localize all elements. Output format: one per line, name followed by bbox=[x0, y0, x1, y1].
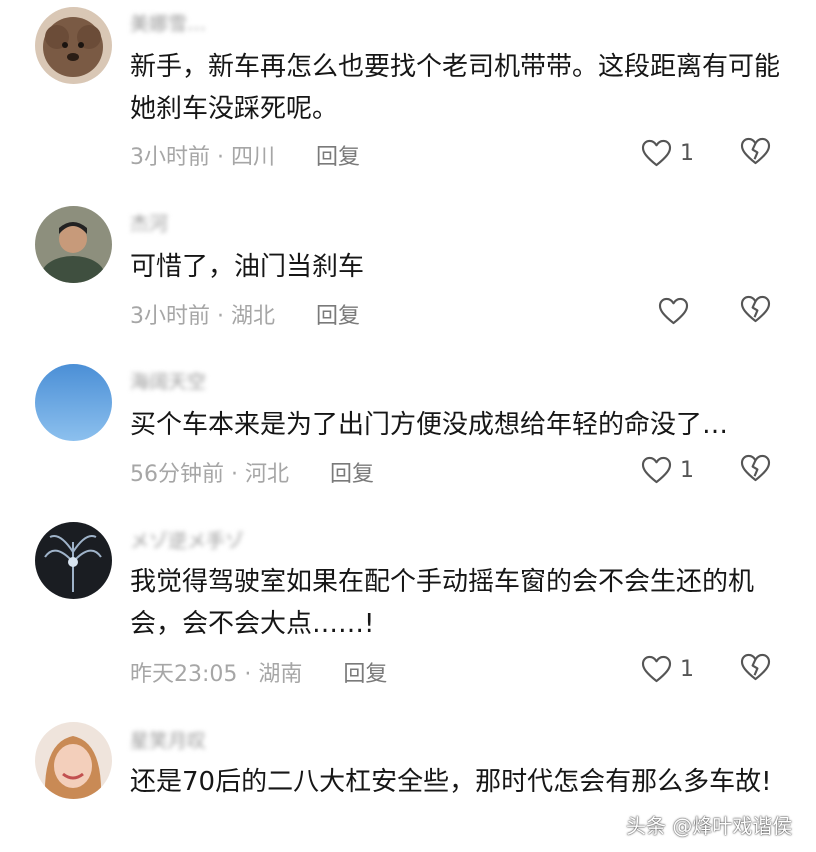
comment-text: 可惜了，油门当刹车 bbox=[130, 252, 365, 282]
dislike-button[interactable] bbox=[740, 295, 772, 327]
like-button[interactable]: 1 bbox=[641, 137, 694, 169]
comment-time: 昨天23:05 bbox=[130, 662, 238, 687]
comment-time: 3小时前 bbox=[130, 304, 210, 329]
avatar[interactable] bbox=[35, 364, 112, 441]
comment-text: 还是70后的二八大杠安全些，那时代怎会有那么多车故! bbox=[130, 767, 772, 797]
username[interactable]: 星笑月叹 bbox=[130, 726, 206, 753]
like-button[interactable]: 1 bbox=[641, 454, 694, 486]
separator: · bbox=[231, 462, 245, 487]
comment-location: 湖南 bbox=[258, 662, 303, 687]
avatar[interactable] bbox=[35, 522, 112, 599]
username[interactable]: メゾ逆メ手ゾ bbox=[130, 526, 244, 553]
broken-heart-icon bbox=[740, 454, 771, 482]
reply-button[interactable]: 回复 bbox=[343, 662, 387, 687]
separator: · bbox=[217, 304, 231, 329]
avatar[interactable] bbox=[35, 722, 112, 799]
heart-icon bbox=[641, 139, 672, 167]
like-count: 1 bbox=[680, 457, 694, 483]
broken-heart-icon bbox=[740, 653, 771, 681]
comment-meta: 56分钟前 · 河北 回复 bbox=[130, 456, 374, 488]
comment-location: 湖北 bbox=[231, 304, 276, 329]
broken-heart-icon bbox=[740, 295, 771, 323]
separator: · bbox=[244, 662, 259, 687]
comment-meta: 昨天23:05 · 湖南 回复 bbox=[130, 656, 387, 688]
comment-time: 56分钟前 bbox=[130, 462, 224, 487]
avatar[interactable] bbox=[35, 7, 112, 84]
like-count: 1 bbox=[680, 656, 694, 682]
username[interactable]: 杰河 bbox=[130, 209, 168, 236]
username[interactable]: 美娜雪… bbox=[130, 9, 206, 36]
comment-time: 3小时前 bbox=[130, 145, 210, 170]
heart-icon bbox=[641, 655, 672, 683]
reply-button[interactable]: 回复 bbox=[316, 145, 360, 170]
comment-location: 河北 bbox=[245, 462, 290, 487]
comment-text: 我觉得驾驶室如果在配个手动摇车窗的会不会生还的机会，会不会大点……! bbox=[130, 567, 755, 639]
dislike-button[interactable] bbox=[740, 137, 772, 169]
heart-icon bbox=[641, 456, 672, 484]
dislike-button[interactable] bbox=[740, 454, 772, 486]
comment-meta: 3小时前 · 湖北 回复 bbox=[130, 298, 360, 330]
heart-icon bbox=[658, 297, 689, 325]
broken-heart-icon bbox=[740, 137, 771, 165]
comment-location: 四川 bbox=[231, 145, 276, 170]
avatar[interactable] bbox=[35, 206, 112, 283]
like-button[interactable] bbox=[658, 295, 697, 327]
comment-text: 新手，新车再怎么也要找个老司机带带。这段距离有可能她刹车没踩死呢。 bbox=[130, 52, 781, 124]
reply-button[interactable]: 回复 bbox=[330, 462, 374, 487]
comment-text: 买个车本来是为了出门方便没成想给年轻的命没了… bbox=[130, 410, 729, 440]
reply-button[interactable]: 回复 bbox=[316, 304, 360, 329]
username[interactable]: 海阔天空 bbox=[130, 367, 206, 394]
like-count: 1 bbox=[680, 140, 694, 166]
comment-meta: 3小时前 · 四川 回复 bbox=[130, 139, 360, 171]
separator: · bbox=[217, 145, 231, 170]
dislike-button[interactable] bbox=[740, 653, 772, 685]
like-button[interactable]: 1 bbox=[641, 653, 694, 685]
watermark: 头条 @烽叶戏谐侯 bbox=[626, 814, 793, 838]
